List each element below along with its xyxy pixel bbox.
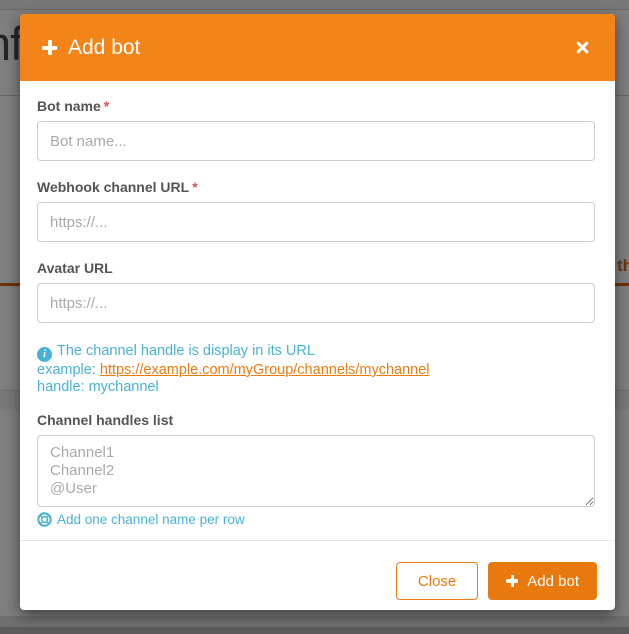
webhook-url-label: Webhook channel URL *	[37, 179, 595, 195]
webhook-url-input[interactable]	[37, 202, 595, 242]
info-line-1: The channel handle is display in its URL	[37, 343, 595, 362]
info-line-handle: handle: mychannel	[37, 378, 159, 395]
modal-close-button[interactable]	[572, 37, 593, 58]
close-button[interactable]: Close	[395, 562, 479, 600]
webhook-url-label-text: Webhook channel URL	[37, 179, 190, 195]
channel-handles-textarea[interactable]	[37, 435, 595, 507]
plus-icon	[506, 575, 519, 587]
close-icon	[576, 41, 589, 54]
info-line-1-text: The channel handle is display in its URL	[57, 343, 315, 359]
example-url-link[interactable]: https://example.com/myGroup/channels/myc…	[100, 362, 430, 378]
channel-handles-help: Add one channel name per row	[37, 512, 595, 527]
required-asterisk: *	[103, 98, 110, 114]
avatar-url-group: Avatar URL	[37, 260, 595, 323]
bot-name-input[interactable]	[37, 121, 595, 161]
add-bot-modal: Add bot Bot name* Webhook channel URL* A…	[20, 14, 615, 610]
bot-name-label-text: Bot name	[37, 98, 101, 114]
channel-handles-label: Channel handles list	[37, 412, 595, 428]
modal-title-text: Add bot	[68, 35, 141, 59]
channel-handle-info: The channel handle is display in its URL…	[37, 343, 595, 395]
modal-body: Bot name* Webhook channel URL* Avatar UR…	[20, 81, 615, 540]
info-circle-icon	[37, 347, 52, 362]
add-bot-button-label: Add bot	[527, 572, 579, 590]
bot-name-group: Bot name *	[37, 98, 595, 161]
modal-footer: Close Add bot	[20, 540, 615, 610]
channel-handles-label-text: Channel handles list	[37, 412, 174, 428]
bot-name-label: Bot name *	[37, 98, 595, 114]
avatar-url-label: Avatar URL	[37, 260, 595, 276]
required-asterisk: *	[192, 179, 198, 195]
example-prefix: example:	[37, 362, 100, 378]
life-ring-icon	[37, 512, 52, 527]
webhook-url-group: Webhook channel URL *	[37, 179, 595, 242]
info-line-example: example: https://example.com/myGroup/cha…	[37, 362, 595, 379]
channel-handles-help-text: Add one channel name per row	[57, 512, 245, 527]
channel-handles-group: Channel handles list Add one channel nam…	[37, 412, 595, 527]
avatar-url-label-text: Avatar URL	[37, 260, 113, 276]
add-bot-button[interactable]: Add bot	[488, 562, 597, 600]
modal-header: Add bot	[20, 14, 615, 81]
avatar-url-input[interactable]	[37, 283, 595, 323]
plus-icon	[42, 40, 57, 55]
modal-title: Add bot	[42, 36, 140, 60]
